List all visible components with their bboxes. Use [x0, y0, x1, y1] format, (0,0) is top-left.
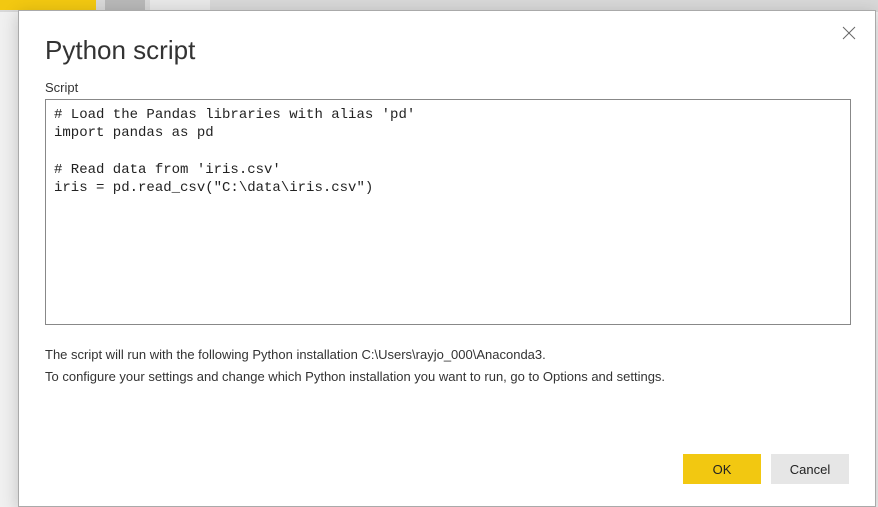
python-script-dialog: Python script Script The script will run… [18, 10, 876, 507]
dialog-title: Python script [19, 11, 875, 80]
bg-accent-strip [0, 0, 96, 10]
cancel-button[interactable]: Cancel [771, 454, 849, 484]
bg-gray-strip [150, 0, 210, 10]
ok-button[interactable]: OK [683, 454, 761, 484]
close-icon [842, 26, 856, 40]
script-label: Script [19, 80, 875, 99]
info-line-2: To configure your settings and change wh… [45, 366, 849, 388]
info-line-1: The script will run with the following P… [45, 344, 849, 366]
script-input[interactable] [45, 99, 851, 325]
info-text: The script will run with the following P… [19, 330, 875, 388]
bg-gray-strip [105, 0, 145, 10]
close-button[interactable] [839, 23, 859, 43]
dialog-button-row: OK Cancel [683, 454, 849, 484]
